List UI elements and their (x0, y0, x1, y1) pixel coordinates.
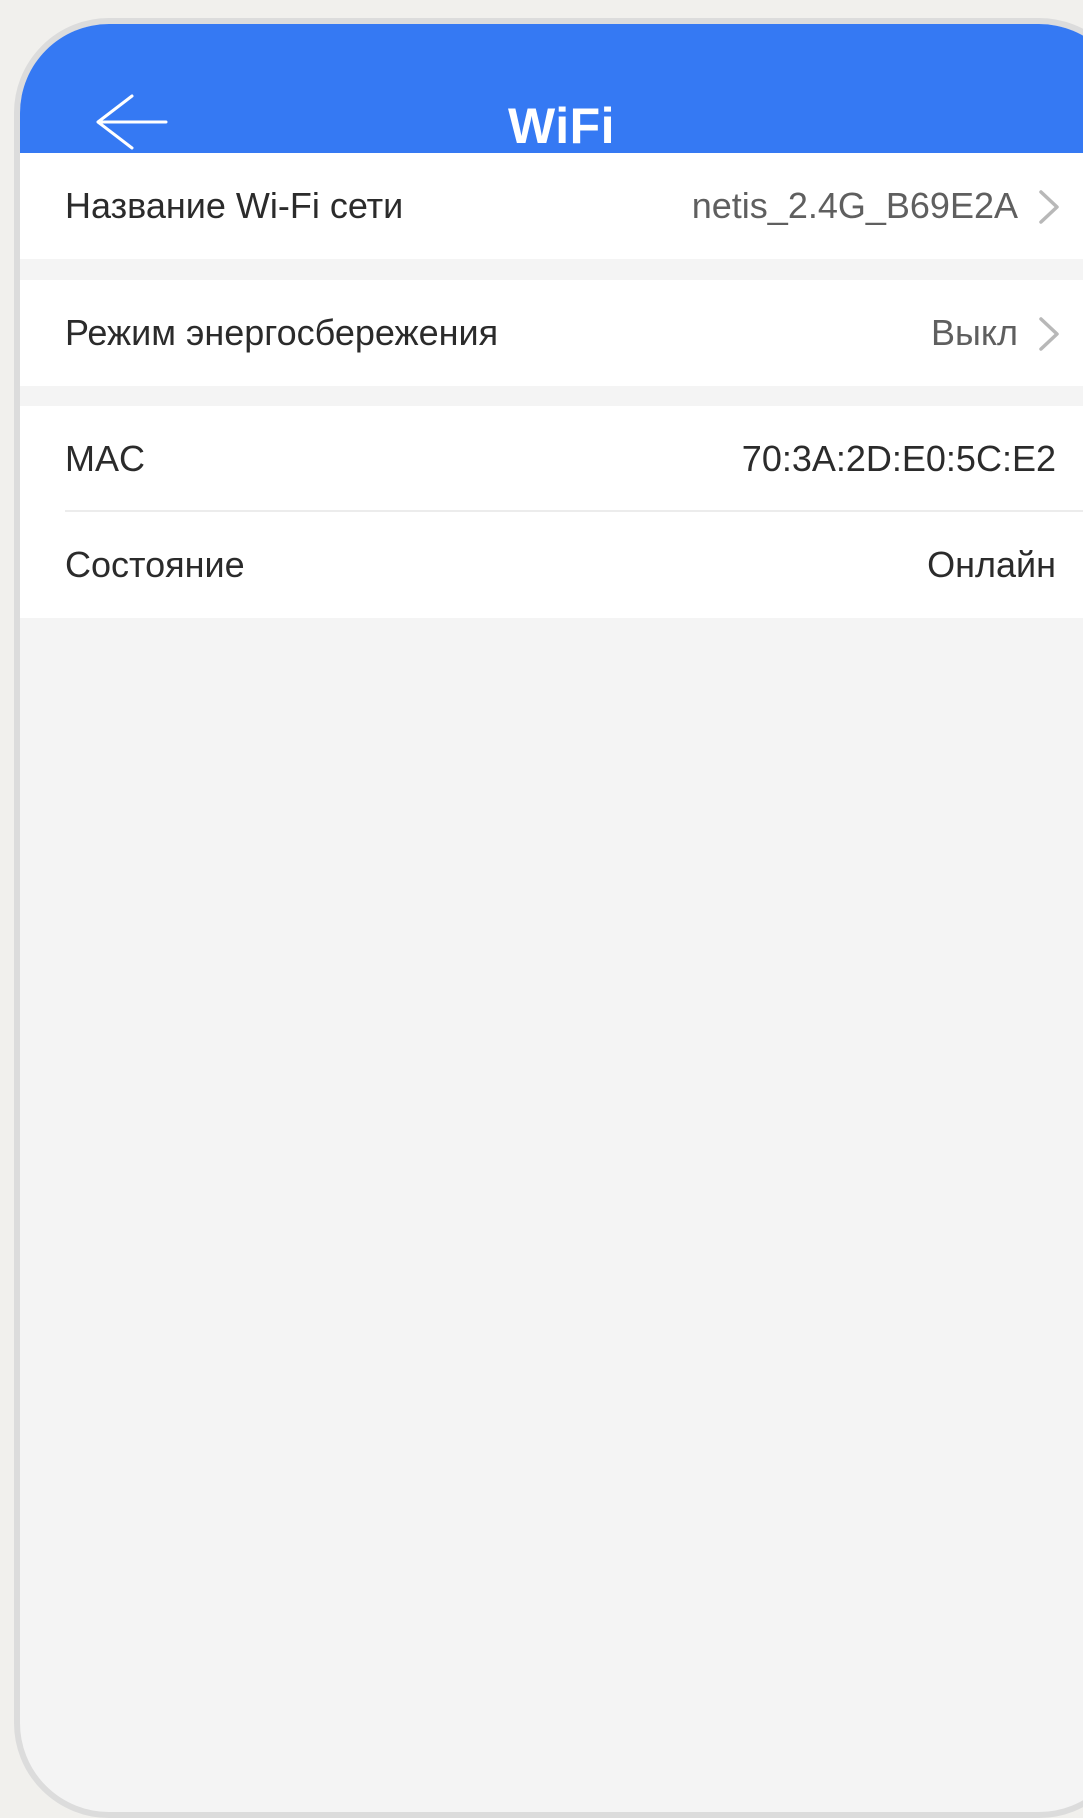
power-saving-group: Режим энергосбережения Выкл (20, 280, 1083, 386)
device-info-group: MAC 70:3A:2D:E0:5C:E2 Состояние Онлайн (20, 406, 1083, 618)
power-saving-row[interactable]: Режим энергосбережения Выкл (20, 280, 1083, 386)
wifi-name-group: Название Wi-Fi сети netis_2.4G_B69E2A (20, 153, 1083, 259)
status-row: Состояние Онлайн (20, 512, 1083, 618)
power-saving-value: Выкл (930, 312, 1018, 353)
wifi-name-label: Название Wi-Fi сети (65, 185, 404, 226)
mac-value: 70:3A:2D:E0:5C:E2 (741, 438, 1056, 479)
chevron-right-icon (1039, 317, 1059, 351)
status-value: Онлайн (927, 544, 1056, 585)
power-saving-label: Режим энергосбережения (65, 312, 499, 353)
status-label: Состояние (65, 544, 245, 585)
mac-row: MAC 70:3A:2D:E0:5C:E2 (20, 406, 1083, 512)
phone-screen: WiFi Название Wi-Fi сети netis_2.4G_B69E… (14, 18, 1083, 1818)
wifi-name-row[interactable]: Название Wi-Fi сети netis_2.4G_B69E2A (20, 153, 1083, 259)
chevron-right-icon (1039, 190, 1059, 224)
wifi-name-value: netis_2.4G_B69E2A (691, 185, 1018, 226)
page-title: WiFi (507, 98, 616, 154)
mac-label: MAC (65, 438, 145, 479)
